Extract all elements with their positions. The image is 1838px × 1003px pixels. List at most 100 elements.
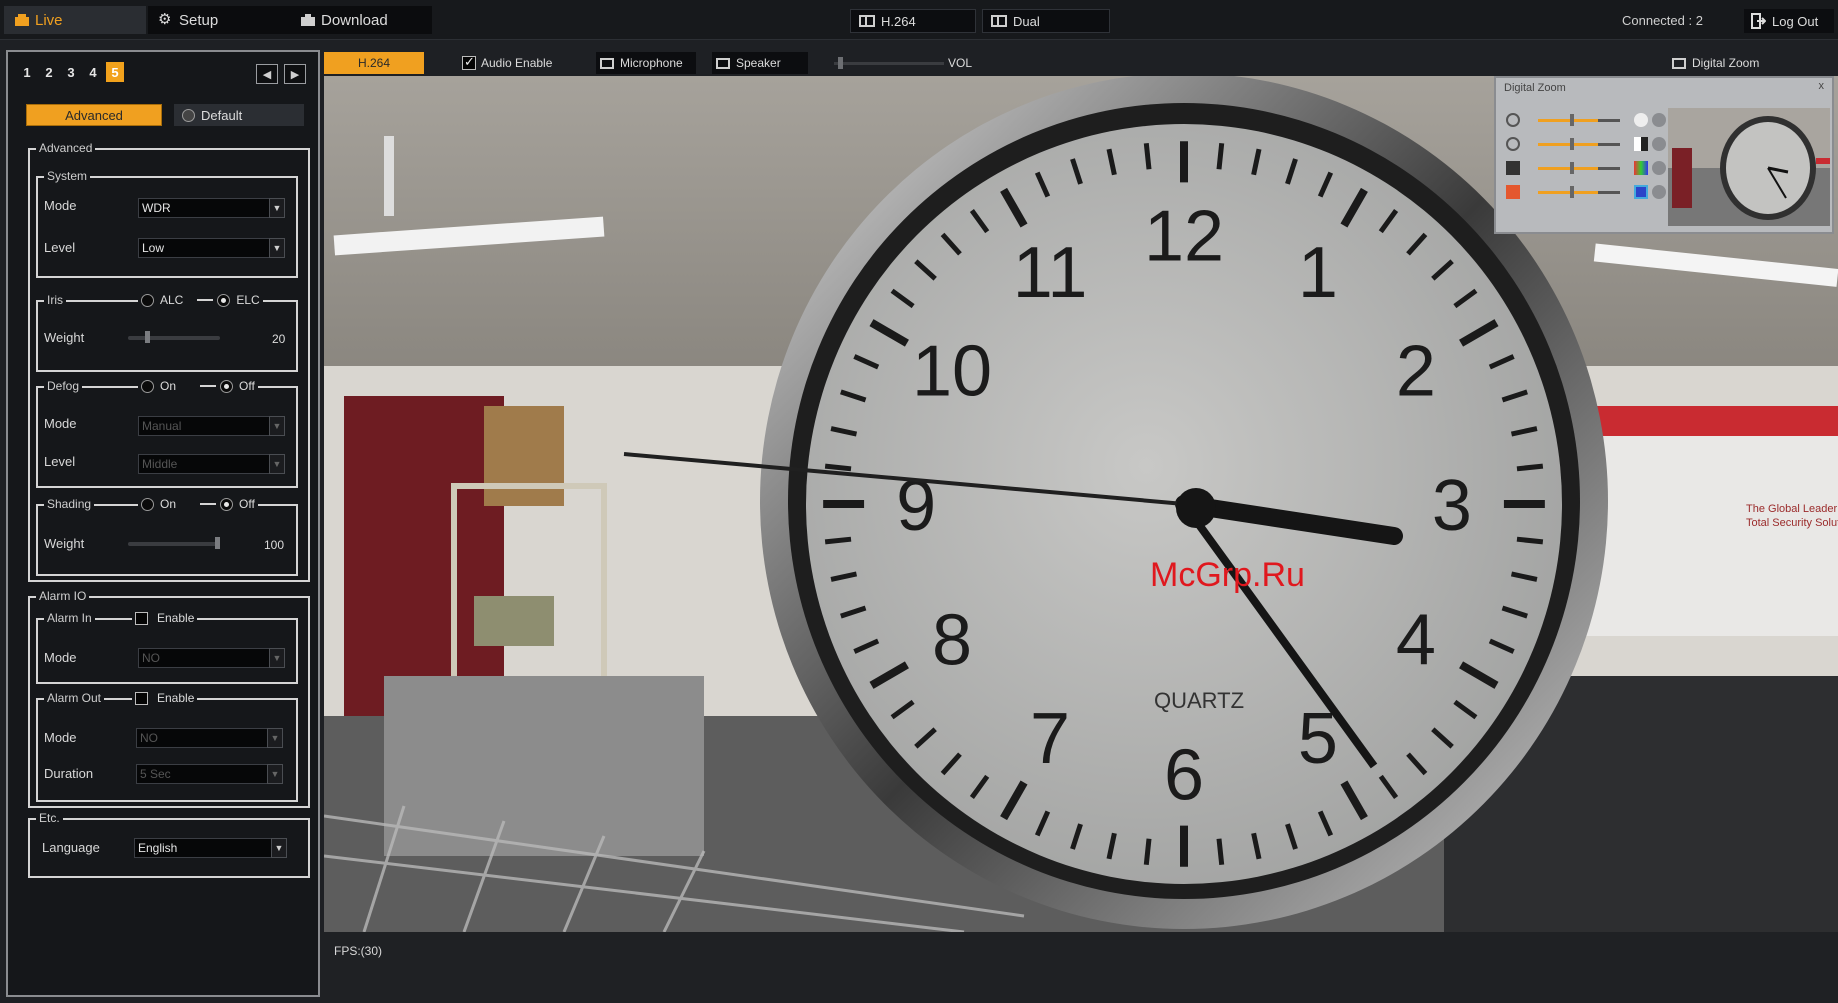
contrast-bar[interactable] xyxy=(1538,143,1598,146)
slider-thumb[interactable] xyxy=(1570,186,1574,198)
radio-icon xyxy=(141,379,154,393)
clock-number: 8 xyxy=(932,601,972,681)
language-select[interactable]: English ▼ xyxy=(134,838,287,858)
logout-label: Log Out xyxy=(1772,13,1819,29)
radio-selected-icon xyxy=(220,379,234,393)
defog-level-value: Middle xyxy=(142,457,178,471)
system-mode-select[interactable]: WDR ▼ xyxy=(138,198,285,218)
alarm-io-group: Alarm IO Alarm In Enable Mode NO ▼ Alarm… xyxy=(28,589,310,808)
shading-options: On Off xyxy=(138,497,258,511)
settings-panel: 1 2 3 4 5 ◀ ▶ Advanced Default Advanced … xyxy=(6,50,320,997)
reset-icon[interactable] xyxy=(1652,185,1666,199)
color-bar[interactable] xyxy=(1538,191,1598,194)
profile-tab-1[interactable]: 1 xyxy=(18,62,36,82)
next-arrow-icon[interactable]: ▶ xyxy=(284,64,306,84)
download-icon xyxy=(301,14,315,26)
shading-on-radio[interactable]: On xyxy=(141,497,176,511)
color-bars-icon[interactable] xyxy=(1634,161,1648,175)
iris-alc-radio[interactable]: ALC xyxy=(141,293,183,307)
zoom-preview-image xyxy=(1668,108,1830,226)
speaker-button[interactable]: Speaker xyxy=(712,52,808,74)
shading-weight-slider[interactable] xyxy=(128,537,220,549)
stream-h264-button[interactable]: H.264 xyxy=(850,9,976,33)
chevron-down-icon[interactable]: ▼ xyxy=(269,238,285,258)
iris-elc-radio[interactable]: ELC xyxy=(217,293,260,307)
defog-on-label: On xyxy=(160,379,177,393)
chevron-down-icon[interactable]: ▼ xyxy=(269,198,285,218)
color-square-icon[interactable] xyxy=(1634,185,1648,199)
reset-icon[interactable] xyxy=(1652,137,1666,151)
digital-zoom-title: Digital Zoom xyxy=(1504,82,1566,94)
defog-on-radio[interactable]: On xyxy=(141,379,176,393)
volume-slider[interactable] xyxy=(834,57,944,69)
advanced-group: Advanced System Mode WDR ▼ Level Low ▼ I… xyxy=(28,141,310,582)
slider-thumb[interactable] xyxy=(1570,114,1574,126)
slider-thumb[interactable] xyxy=(1570,162,1574,174)
slider-thumb[interactable] xyxy=(838,57,843,69)
defog-off-radio[interactable]: Off xyxy=(220,379,255,393)
clock-number: 7 xyxy=(1030,699,1070,779)
defog-level-select: Middle ▼ xyxy=(138,454,285,474)
slider-thumb[interactable] xyxy=(145,331,151,343)
menu-download[interactable]: Download xyxy=(290,6,432,34)
defog-mode-label: Mode xyxy=(44,416,77,431)
reset-icon[interactable] xyxy=(1652,113,1666,127)
fps-readout: FPS:(30) xyxy=(334,944,383,958)
shading-off-radio[interactable]: Off xyxy=(220,497,255,511)
checkbox-checked-icon[interactable] xyxy=(462,54,476,70)
alarm-in-enable[interactable]: Enable xyxy=(132,611,198,625)
divider xyxy=(200,503,217,505)
system-level-select[interactable]: Low ▼ xyxy=(138,238,285,258)
menu-setup[interactable]: ⚙ Setup xyxy=(148,6,290,34)
half-contrast-icon[interactable] xyxy=(1634,137,1648,151)
clock-tick xyxy=(1516,536,1544,545)
sharpness-bar[interactable] xyxy=(1538,167,1598,170)
alarm-out-enable[interactable]: Enable xyxy=(132,691,198,705)
prev-arrow-icon[interactable]: ◀ xyxy=(256,64,278,84)
sharpness-control[interactable] xyxy=(1506,160,1666,176)
tab-default[interactable]: Default xyxy=(174,104,304,126)
system-level-label: Level xyxy=(44,240,76,255)
slider-track xyxy=(1598,119,1620,122)
system-group-title: System xyxy=(44,169,91,183)
microphone-button[interactable]: Microphone xyxy=(596,52,696,74)
checkbox-icon[interactable] xyxy=(135,611,148,625)
clock-tick xyxy=(1143,142,1152,170)
contrast-control[interactable] xyxy=(1506,136,1666,152)
brightness-control[interactable] xyxy=(1506,112,1666,128)
codec-button[interactable]: H.264 xyxy=(324,52,424,74)
digital-zoom-button[interactable]: Digital Zoom xyxy=(1668,52,1759,74)
shading-on-label: On xyxy=(160,497,177,511)
profile-tab-3[interactable]: 3 xyxy=(62,62,80,82)
stream-dual-button[interactable]: Dual xyxy=(982,9,1110,33)
chevron-down-icon[interactable]: ▼ xyxy=(271,838,287,858)
contrast-icon xyxy=(1506,137,1520,151)
logout-button[interactable]: Log Out xyxy=(1744,9,1834,33)
menu-live[interactable]: Live xyxy=(4,6,146,34)
slider-thumb[interactable] xyxy=(215,537,220,549)
clock-number: 12 xyxy=(1144,197,1224,277)
slider-thumb[interactable] xyxy=(1570,138,1574,150)
checkbox-icon[interactable] xyxy=(135,691,148,705)
audio-enable-checkbox[interactable]: Audio Enable xyxy=(458,52,552,74)
brightness-icon xyxy=(1506,113,1520,127)
profile-tab-4[interactable]: 4 xyxy=(84,62,102,82)
profile-tab-5[interactable]: 5 xyxy=(106,62,124,82)
alarm-out-group: Alarm Out Enable Mode NO ▼ Duration 5 Se… xyxy=(36,691,298,802)
profile-tab-2[interactable]: 2 xyxy=(40,62,58,82)
advanced-group-title: Advanced xyxy=(36,141,96,155)
iris-weight-slider[interactable] xyxy=(128,331,220,343)
top-bar: Live ⚙ Setup Download H.264 Dual Connect… xyxy=(0,0,1838,40)
slider-track xyxy=(1598,167,1620,170)
tab-advanced[interactable]: Advanced xyxy=(26,104,162,126)
zoom-preview-thumbnail[interactable] xyxy=(1668,108,1830,226)
close-icon[interactable]: x xyxy=(1819,80,1825,92)
cloud-icon[interactable] xyxy=(1634,113,1648,127)
reset-icon[interactable] xyxy=(1652,161,1666,175)
clock-tick xyxy=(824,536,852,545)
radio-icon xyxy=(141,497,154,511)
language-value: English xyxy=(138,841,178,855)
brightness-bar[interactable] xyxy=(1538,119,1598,122)
color-control[interactable] xyxy=(1506,184,1666,200)
logout-icon xyxy=(1751,13,1766,29)
